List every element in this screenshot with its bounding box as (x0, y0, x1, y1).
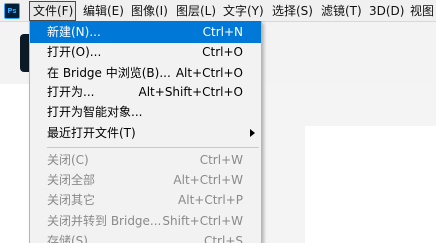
menu-item-new[interactable]: 新建(N)... Ctrl+N (30, 21, 261, 43)
menu-item-recent-files[interactable]: 最近打开文件(T) (30, 122, 261, 144)
menu-separator (47, 147, 259, 148)
menu-item-open[interactable]: 打开(O)... Ctrl+O (30, 41, 261, 63)
menu-item-shortcut: Alt+Ctrl+P (178, 193, 243, 207)
menu-item-shortcut: Ctrl+W (199, 153, 243, 167)
menu-select[interactable]: 选择(S) (272, 1, 313, 21)
workspace-card (305, 126, 436, 243)
menu-item-shortcut: Ctrl+S (203, 234, 243, 243)
menu-item-label: 新建(N)... (47, 25, 101, 39)
menu-item-label: 关闭其它 (47, 193, 96, 207)
menu-item-label: 打开为智能对象... (47, 105, 143, 119)
menu-item-close[interactable]: 关闭(C) Ctrl+W (30, 149, 261, 171)
submenu-arrow-icon (250, 129, 255, 137)
menu-view[interactable]: 视图 (410, 1, 434, 21)
menu-item-label: 打开(O)... (47, 45, 102, 59)
menu-type[interactable]: 文字(Y) (223, 1, 264, 21)
menu-item-open-as-smart-object[interactable]: 打开为智能对象... (30, 101, 261, 123)
menu-item-label: 存储(S) (47, 234, 88, 243)
menu-item-label: 关闭并转到 Bridge... (47, 214, 162, 228)
menu-file[interactable]: 文件(F) (29, 1, 76, 21)
menu-item-shortcut: Alt+Ctrl+W (173, 173, 243, 187)
menu-item-label: 打开为... (47, 85, 95, 99)
menu-item-shortcut: Alt+Shift+Ctrl+O (138, 85, 243, 99)
menu-item-shortcut: Ctrl+N (202, 25, 243, 39)
photoshop-logo-icon[interactable]: Ps (4, 3, 20, 19)
menu-item-open-as[interactable]: 打开为... Alt+Shift+Ctrl+O (30, 81, 261, 103)
menu-item-shortcut: Shift+Ctrl+W (162, 214, 243, 228)
menu-3d[interactable]: 3D(D) (369, 1, 404, 21)
menu-item-save[interactable]: 存储(S) Ctrl+S (30, 230, 261, 243)
menu-item-close-and-go-to-bridge[interactable]: 关闭并转到 Bridge... Shift+Ctrl+W (30, 210, 261, 232)
menu-item-label: 最近打开文件(T) (47, 126, 136, 140)
menu-item-shortcut: Ctrl+O (202, 45, 243, 59)
menu-bar: Ps 文件(F) 编辑(E) 图像(I) 图层(L) 文字(Y) 选择(S) 滤… (0, 0, 436, 22)
menu-item-label: 关闭(C) (47, 153, 89, 167)
menu-item-close-others[interactable]: 关闭其它 Alt+Ctrl+P (30, 189, 261, 211)
menu-item-label: 关闭全部 (47, 173, 96, 187)
file-menu-dropdown: 新建(N)... Ctrl+N 打开(O)... Ctrl+O 在 Bridge… (29, 21, 262, 243)
menu-edit[interactable]: 编辑(E) (83, 1, 124, 21)
menu-layer[interactable]: 图层(L) (176, 1, 216, 21)
menu-image[interactable]: 图像(I) (131, 1, 168, 21)
menu-filter[interactable]: 滤镜(T) (321, 1, 362, 21)
menu-item-close-all[interactable]: 关闭全部 Alt+Ctrl+W (30, 169, 261, 191)
